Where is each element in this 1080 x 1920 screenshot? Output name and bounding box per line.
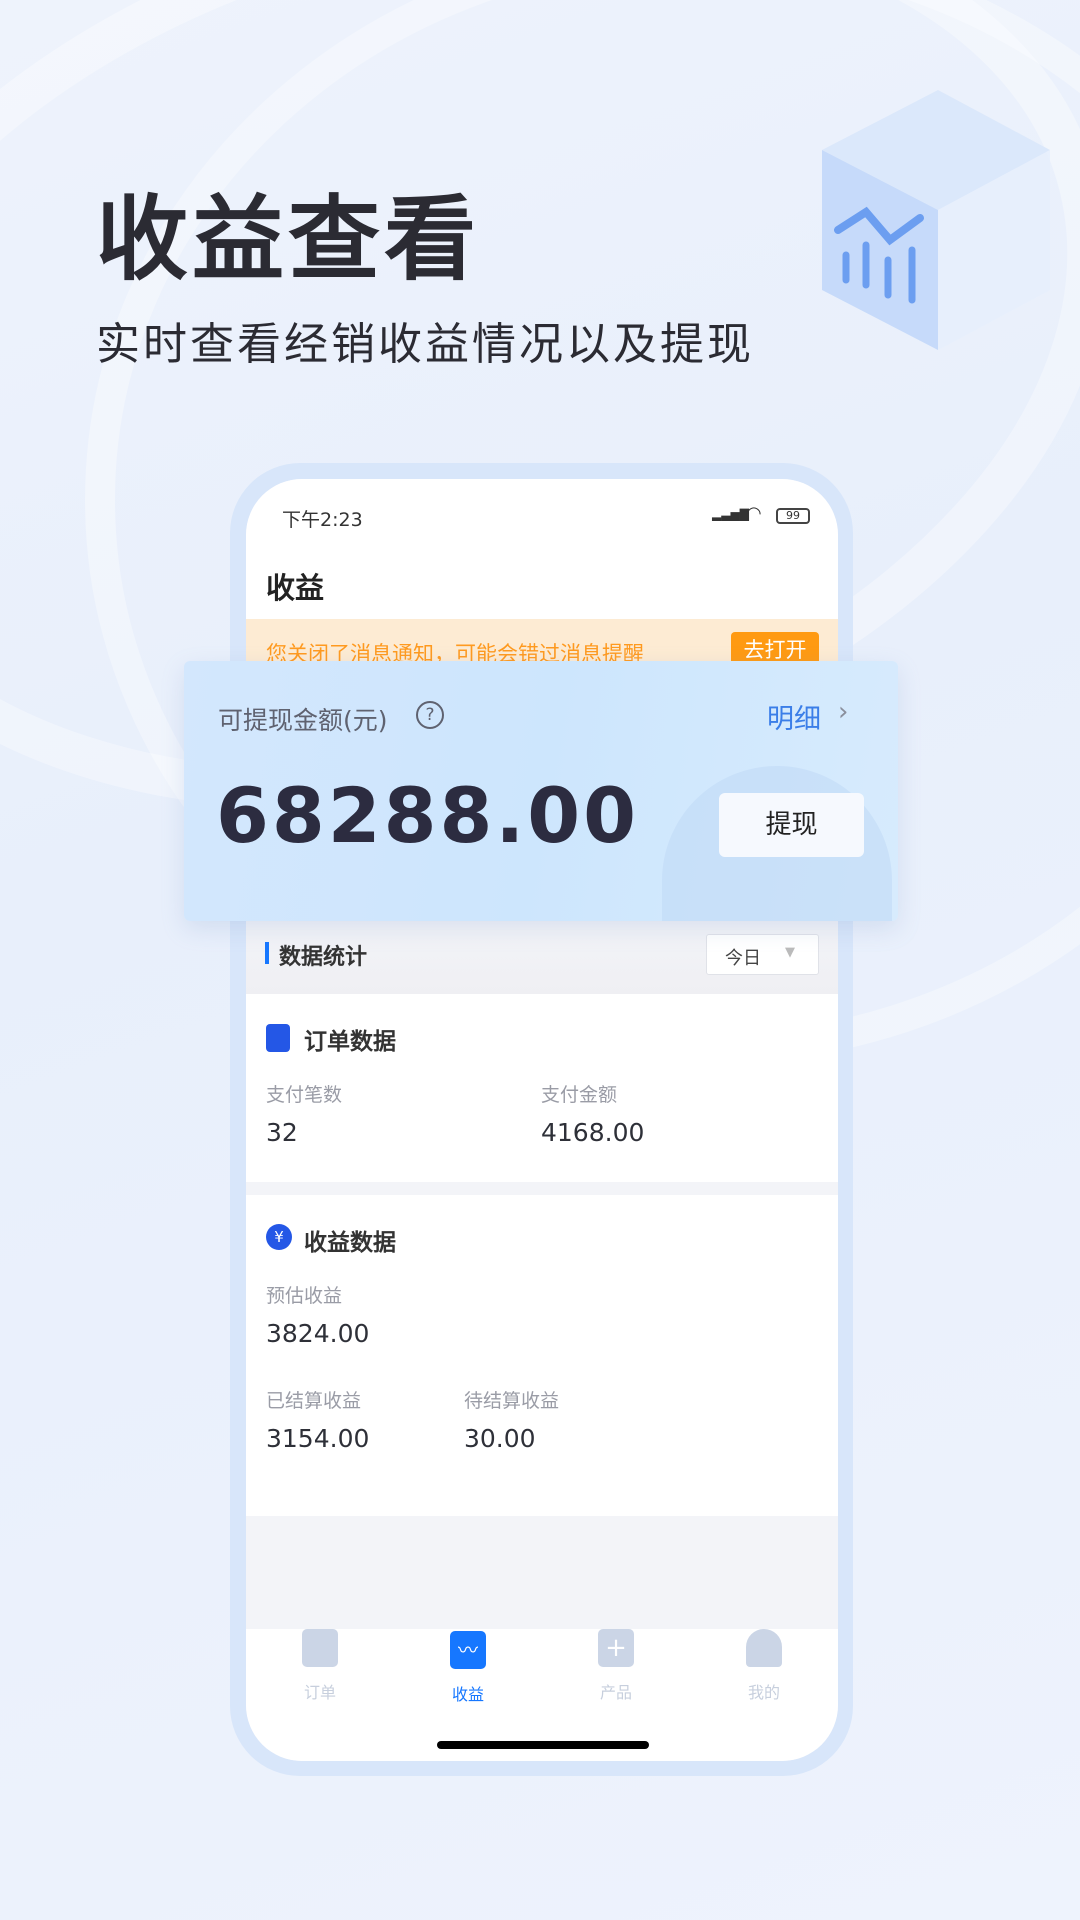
hero-subtitle: 实时查看经销收益情况以及提现: [96, 319, 754, 370]
tab-revenue[interactable]: 〰收益: [394, 1631, 542, 1705]
balance-label: 可提现金额(元): [218, 706, 388, 735]
tab-label: 产品: [599, 1683, 632, 1702]
stat-value: 32: [266, 1118, 298, 1147]
tab-label: 收益: [451, 1685, 484, 1704]
chart-cube-icon: [822, 90, 1050, 350]
period-value: 今日: [725, 948, 761, 969]
stats-title: 数据统计: [279, 945, 368, 970]
period-dropdown[interactable]: 今日 ▼: [706, 934, 819, 975]
chevron-right-icon[interactable]: ›: [838, 697, 848, 727]
order-data-title: 订单数据: [304, 1029, 396, 1055]
balance-card: 可提现金额(元) ? 明细 › 68288.00 提现: [184, 661, 898, 921]
stat-label: 支付金额: [541, 1084, 618, 1106]
section-marker: [265, 942, 269, 964]
stat-value: 3824.00: [266, 1319, 370, 1348]
tab-orders[interactable]: 订单: [246, 1629, 394, 1703]
balance-amount: 68288.00: [216, 771, 640, 860]
revenue-data-title: 收益数据: [304, 1230, 396, 1256]
withdraw-button[interactable]: 提现: [719, 793, 864, 857]
wifi-icon: ◠: [746, 503, 762, 524]
order-data-card: 订单数据 支付笔数 32 支付金额 4168.00: [246, 994, 838, 1182]
caret-down-icon: ▼: [785, 945, 795, 960]
user-icon: [746, 1629, 782, 1667]
tab-profile[interactable]: 我的: [690, 1629, 838, 1703]
stat-value: 4168.00: [541, 1118, 645, 1147]
revenue-data-card: ¥ 收益数据 预估收益 3824.00 已结算收益 3154.00 待结算收益 …: [246, 1195, 838, 1516]
page-title: 收益: [266, 571, 325, 605]
stat-label: 支付笔数: [266, 1084, 343, 1106]
battery-icon: 99: [776, 508, 810, 524]
stat-label: 预估收益: [266, 1285, 343, 1307]
signal-icon: ▂▃▅▇: [712, 507, 749, 521]
hero-title: 收益查看: [96, 186, 481, 293]
stat-value: 3154.00: [266, 1424, 370, 1453]
yuan-icon: ¥: [266, 1224, 292, 1250]
stat-label: 已结算收益: [266, 1390, 362, 1412]
tab-label: 我的: [747, 1683, 780, 1702]
help-icon[interactable]: ?: [416, 701, 444, 729]
tab-label: 订单: [303, 1683, 336, 1702]
tab-products[interactable]: + 产品: [542, 1629, 690, 1703]
document-icon: [266, 1024, 290, 1052]
bag-plus-icon: +: [598, 1629, 634, 1667]
chart-icon: 〰: [450, 1631, 486, 1669]
detail-link[interactable]: 明细: [767, 697, 821, 736]
document-icon: [302, 1629, 338, 1667]
stat-value: 30.00: [464, 1424, 536, 1453]
home-indicator: [437, 1741, 649, 1749]
stat-label: 待结算收益: [464, 1390, 560, 1412]
status-time: 下午2:23: [282, 509, 363, 531]
